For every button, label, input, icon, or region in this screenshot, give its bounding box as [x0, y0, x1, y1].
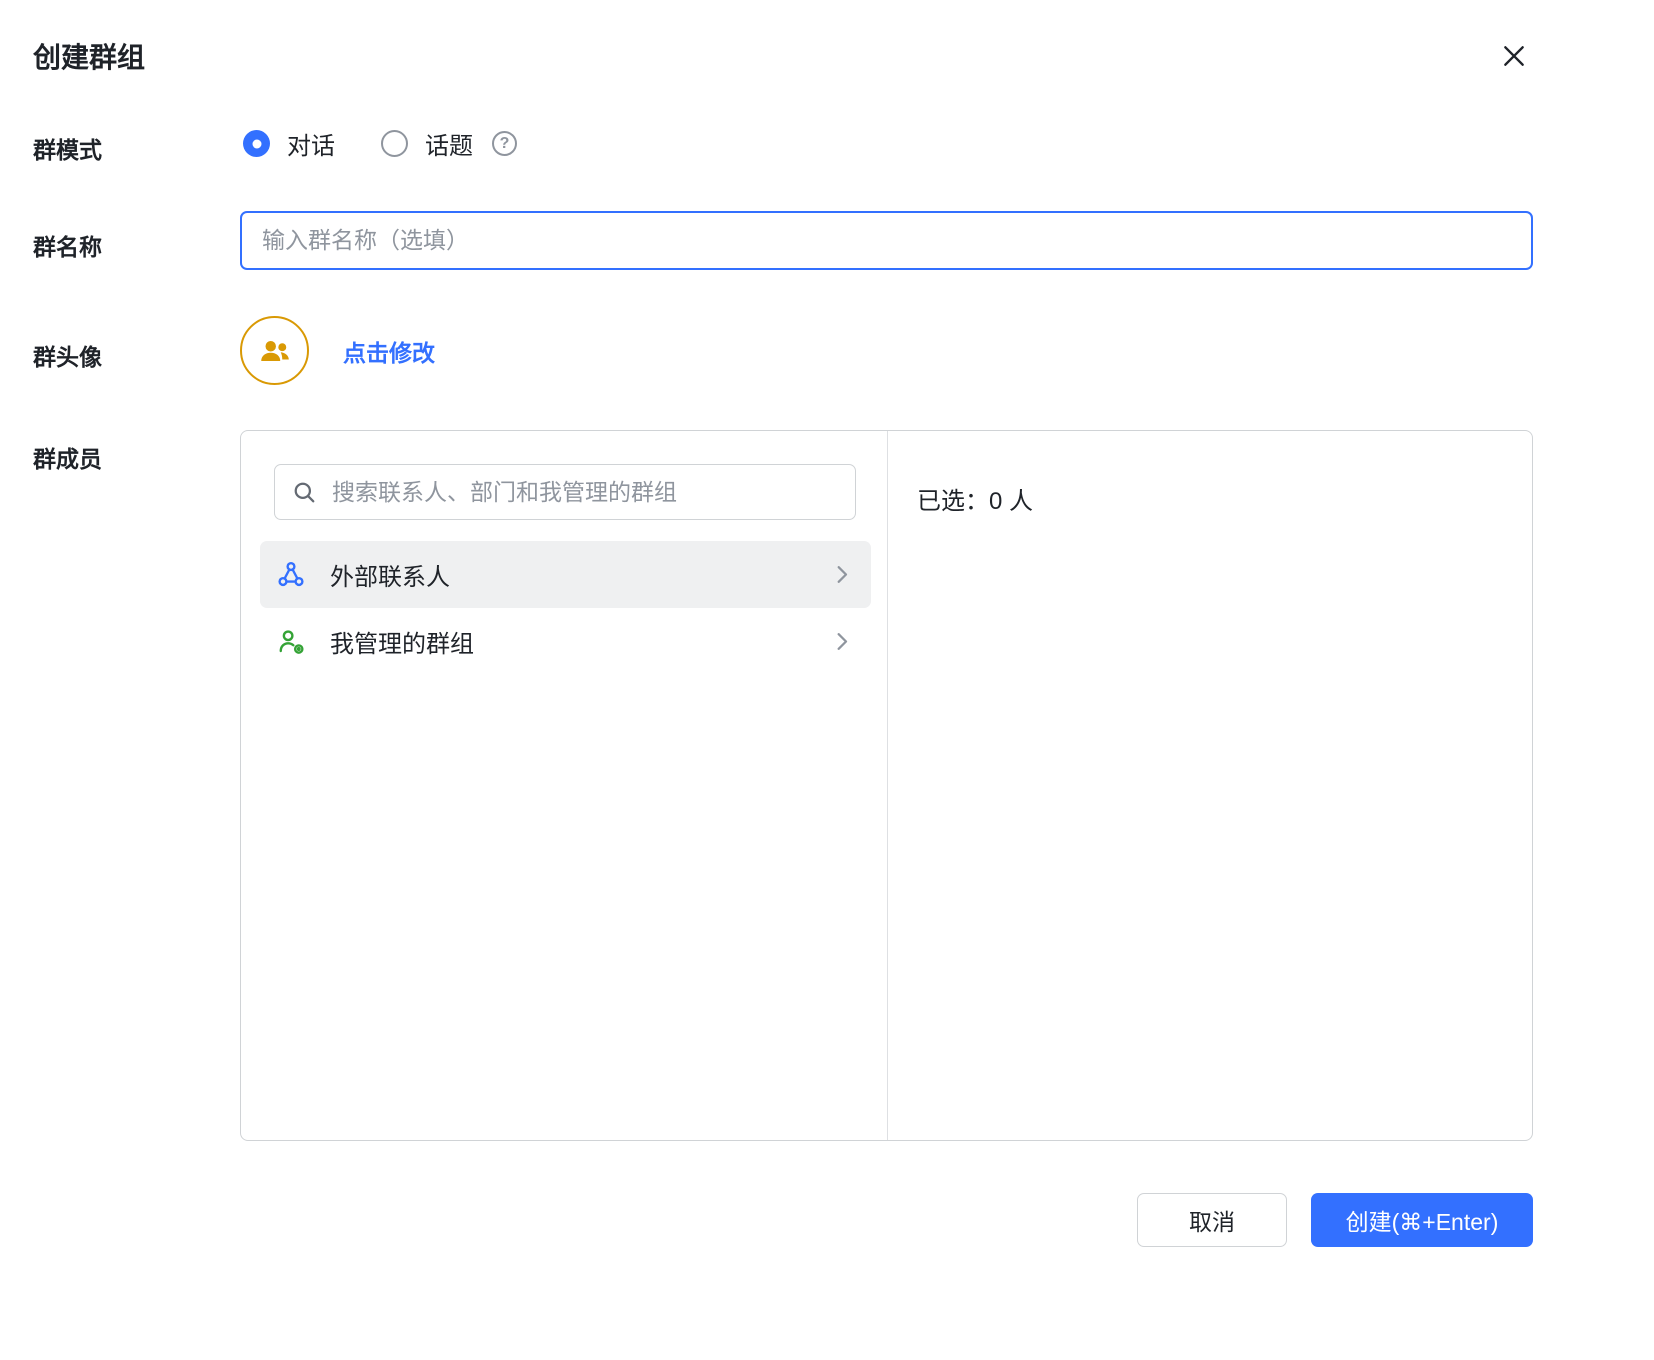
group-name-input[interactable]: [240, 211, 1533, 270]
dialog-title: 创建群组: [33, 36, 145, 76]
members-picker-left-pane: 外部联系人 我管理的群组: [241, 431, 888, 1140]
radio-option-label: 对话: [287, 126, 335, 161]
close-icon: [1498, 40, 1530, 72]
close-button[interactable]: [1494, 36, 1534, 76]
group-avatar[interactable]: [240, 316, 309, 385]
group-avatar-people-icon: [256, 332, 294, 370]
radio-option-topic[interactable]: 话题: [381, 126, 473, 161]
cancel-button[interactable]: 取消: [1137, 1193, 1287, 1247]
chevron-right-icon: [828, 561, 855, 588]
members-source-list: 外部联系人 我管理的群组: [260, 541, 871, 675]
radio-option-chat[interactable]: 对话: [243, 126, 335, 161]
list-item-label: 我管理的群组: [330, 624, 474, 659]
group-avatar-label: 群头像: [33, 338, 102, 372]
create-button[interactable]: 创建(⌘+Enter): [1311, 1193, 1533, 1247]
members-picker-right-pane: 已选：0 人: [888, 431, 1532, 1140]
radio-unselected-icon[interactable]: [381, 130, 408, 157]
group-mode-radio-group: 对话 话题 ?: [243, 126, 517, 161]
members-search-input[interactable]: [332, 479, 839, 506]
group-name-label: 群名称: [33, 228, 102, 262]
avatar-edit-link[interactable]: 点击修改: [343, 334, 435, 368]
list-item-label: 外部联系人: [330, 557, 450, 592]
chevron-right-icon: [828, 628, 855, 655]
list-item-external-contacts[interactable]: 外部联系人: [260, 541, 871, 608]
group-avatar-row: 点击修改: [240, 316, 435, 385]
list-item-my-groups[interactable]: 我管理的群组: [260, 608, 871, 675]
members-picker-panel: 外部联系人 我管理的群组: [240, 430, 1533, 1141]
group-mode-label: 群模式: [33, 131, 102, 165]
search-icon: [291, 479, 318, 506]
radio-selected-icon[interactable]: [243, 130, 270, 157]
external-contacts-icon: [276, 559, 306, 590]
my-groups-icon: [276, 626, 306, 657]
members-search-box[interactable]: [274, 464, 856, 520]
selected-count-text: 已选：0 人: [917, 481, 1532, 516]
group-members-label: 群成员: [33, 440, 102, 474]
help-icon[interactable]: ?: [492, 131, 517, 156]
create-group-dialog: 创建群组 群模式 群名称 群头像 群成员 对话 话题 ?: [0, 0, 1654, 1360]
radio-option-label: 话题: [425, 126, 473, 161]
